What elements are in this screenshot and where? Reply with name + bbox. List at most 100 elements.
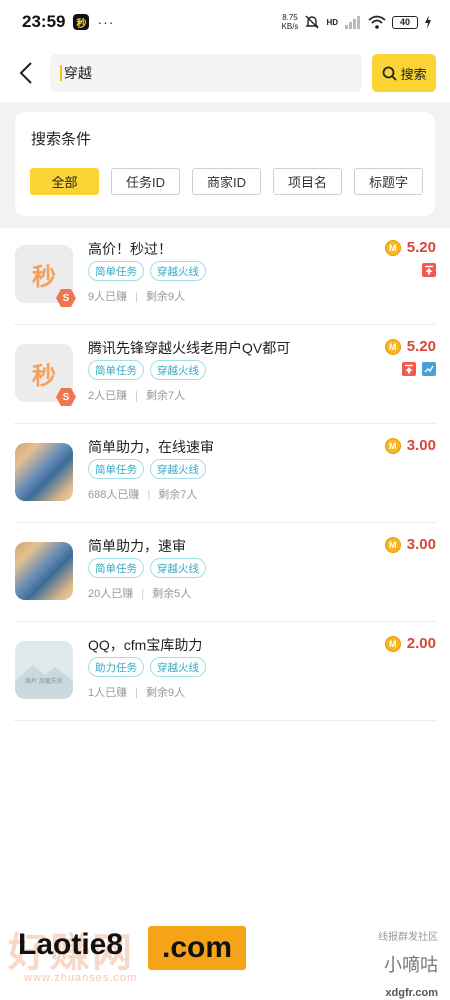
back-arrow-icon xyxy=(19,62,32,84)
search-conditions-panel: 搜索条件 全部 任务ID 商家ID 项目名 标题字 xyxy=(15,112,435,216)
charging-icon xyxy=(425,15,431,29)
watermark-laotie8: 好赚网 Laotie8 .com www.zhuanses.com xyxy=(8,920,248,996)
more-notifications-icon: ··· xyxy=(97,14,115,30)
task-tag: 简单任务 xyxy=(88,459,144,479)
price-value: 3.00 xyxy=(406,437,436,454)
task-thumbnail: 图片 加载失败 xyxy=(15,641,73,699)
watermark-com-text: .com xyxy=(148,926,246,970)
meta-divider: | xyxy=(141,588,145,600)
task-title: 简单助力，速审 xyxy=(88,538,186,554)
task-title: 高价！秒过！ xyxy=(88,241,172,257)
network-speed: 8.75 KB/s xyxy=(282,13,299,31)
task-tag: 穿越火线 xyxy=(150,657,206,677)
price-value: 5.20 xyxy=(406,239,436,256)
trend-icon xyxy=(422,362,436,376)
task-meta: 1人已赚 | 剩余9人 xyxy=(88,684,185,700)
remaining-count: 剩余7人 xyxy=(145,390,186,402)
coin-icon: M xyxy=(384,437,401,454)
task-tag: 简单任务 xyxy=(88,360,144,380)
top-icon xyxy=(422,263,436,277)
task-thumbnail xyxy=(15,542,73,600)
status-bar: 23:59 秒 ··· 8.75 KB/s HD 40 xyxy=(0,0,450,44)
conditions-title: 搜索条件 xyxy=(31,131,92,148)
task-tag: 简单任务 xyxy=(88,558,144,578)
signal-icon xyxy=(345,16,360,29)
top-icon xyxy=(402,362,416,376)
remaining-count: 剩余9人 xyxy=(145,291,186,303)
task-list: 秒 S 高价！秒过！ 简单任务 穿越火线 9人已赚 | 剩余9人 M 5.20 秒 … xyxy=(0,226,450,721)
task-meta: 688人已赚 | 剩余7人 xyxy=(88,486,197,502)
earned-count: 20人已赚 xyxy=(88,588,134,600)
task-price: M 2.00 xyxy=(384,635,436,652)
thumbnail-glyph: 秒 xyxy=(32,362,56,390)
price-value: 2.00 xyxy=(406,635,436,652)
price-value: 5.20 xyxy=(406,338,436,355)
search-header: 穿越 搜索 xyxy=(0,44,450,102)
remaining-count: 剩余5人 xyxy=(152,588,192,600)
conditions-options: 全部 任务ID 商家ID 项目名 标题字 xyxy=(30,168,423,195)
task-item[interactable]: 简单助力，速审 简单任务 穿越火线 20人已赚 | 剩余5人 M 3.00 xyxy=(14,523,436,622)
coin-icon: M xyxy=(384,239,401,256)
task-meta: 9人已赚 | 剩余9人 xyxy=(88,288,185,304)
task-flags xyxy=(422,263,436,277)
task-tag: 简单任务 xyxy=(88,261,144,281)
status-indicators: 8.75 KB/s HD 40 xyxy=(282,13,432,31)
task-tags: 助力任务 穿越火线 xyxy=(88,657,206,677)
earned-count: 2人已赚 xyxy=(88,390,128,402)
task-item[interactable]: 简单助力，在线速审 简单任务 穿越火线 688人已赚 | 剩余7人 M 3.00 xyxy=(14,424,436,523)
task-tag: 穿越火线 xyxy=(150,360,206,380)
filter-chip-merchant-id[interactable]: 商家ID xyxy=(192,168,261,195)
placeholder-text: 图片 加载失败 xyxy=(25,679,63,685)
task-tag: 穿越火线 xyxy=(150,261,206,281)
network-speed-value: 8.75 xyxy=(282,13,298,22)
task-price: M 3.00 xyxy=(384,536,436,553)
watermark-right-mid: 小嘀咕 xyxy=(384,955,438,975)
task-item[interactable]: 秒 S 腾讯先锋穿越火线老用户QV都可 简单任务 穿越火线 2人已赚 | 剩余7人 … xyxy=(14,325,436,424)
search-button-label: 搜索 xyxy=(400,66,427,82)
watermark-right-bottom: xdgfr.com xyxy=(385,987,438,999)
meta-divider: | xyxy=(147,489,151,501)
search-button[interactable]: 搜索 xyxy=(372,54,436,92)
app-notification-icon: 秒 xyxy=(73,14,90,30)
task-price: M 3.00 xyxy=(384,437,436,454)
status-time: 23:59 xyxy=(22,12,66,31)
meta-divider: | xyxy=(135,291,138,303)
earned-count: 1人已赚 xyxy=(88,687,128,699)
filter-chip-task-id[interactable]: 任务ID xyxy=(111,168,180,195)
meta-divider: | xyxy=(135,390,138,402)
text-cursor xyxy=(59,65,62,81)
mute-bell-icon xyxy=(305,15,320,29)
watermark-right-top: 线报群发社区 xyxy=(378,932,438,943)
task-thumbnail xyxy=(15,443,73,501)
filter-chip-project-name[interactable]: 项目名 xyxy=(273,168,342,195)
remaining-count: 剩余7人 xyxy=(158,489,198,501)
image-placeholder-icon xyxy=(15,665,73,699)
task-title: QQ，cfm宝库助力 xyxy=(88,637,203,653)
filter-chip-title[interactable]: 标题字 xyxy=(354,168,423,195)
coin-icon: M xyxy=(384,635,401,652)
task-tag: 助力任务 xyxy=(88,657,144,677)
network-speed-unit: KB/s xyxy=(281,22,299,31)
task-tag: 穿越火线 xyxy=(150,558,206,578)
task-tags: 简单任务 穿越火线 xyxy=(88,459,206,479)
task-tags: 简单任务 穿越火线 xyxy=(88,558,206,578)
earned-count: 688人已赚 xyxy=(88,489,140,501)
task-tags: 简单任务 穿越火线 xyxy=(88,261,206,281)
watermark-main-text: Laotie8 xyxy=(18,928,124,961)
back-button[interactable] xyxy=(14,53,38,93)
hd-label: HD xyxy=(326,17,338,27)
task-title: 简单助力，在线速审 xyxy=(88,439,214,455)
search-query: 穿越 xyxy=(63,65,92,81)
watermark-xdgf: 线报群发社区 小嘀咕 xdgfr.com xyxy=(378,928,438,999)
filter-chip-all[interactable]: 全部 xyxy=(30,168,99,195)
remaining-count: 剩余9人 xyxy=(145,687,186,699)
coin-icon: M xyxy=(384,536,401,553)
price-value: 3.00 xyxy=(406,536,436,553)
task-tag: 穿越火线 xyxy=(150,459,206,479)
watermark-sub-text: www.zhuanses.com xyxy=(24,972,138,984)
search-input[interactable]: 穿越 xyxy=(49,54,363,92)
earned-count: 9人已赚 xyxy=(88,291,128,303)
coin-icon: M xyxy=(384,338,401,355)
task-item[interactable]: 秒 S 高价！秒过！ 简单任务 穿越火线 9人已赚 | 剩余9人 M 5.20 xyxy=(14,226,436,325)
task-item[interactable]: 图片 加载失败 QQ，cfm宝库助力 助力任务 穿越火线 1人已赚 | 剩余9人 M… xyxy=(14,622,436,721)
